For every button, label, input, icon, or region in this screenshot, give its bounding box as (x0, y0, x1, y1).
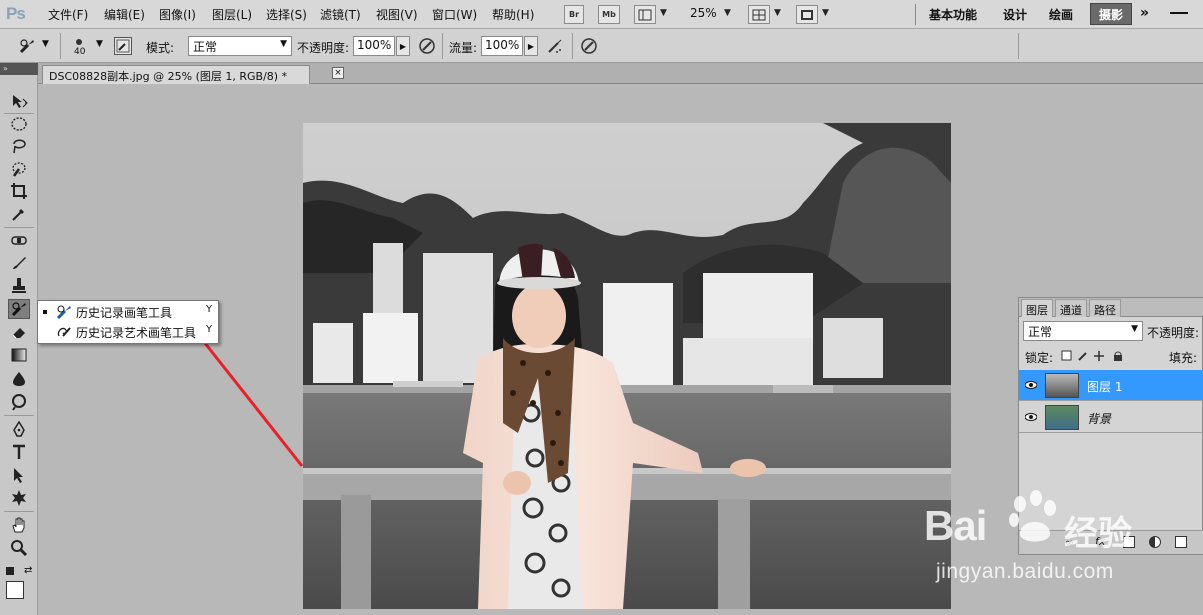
lock-transparent-icon[interactable] (1061, 350, 1072, 361)
layer-row[interactable]: 背景 (1019, 402, 1203, 433)
watermark-brand: Bai (924, 502, 987, 549)
lock-all-icon[interactable] (1114, 355, 1122, 361)
shortcut-key: Y (206, 324, 213, 335)
chevron-down-icon: ▼ (1131, 324, 1138, 334)
layer-name[interactable]: 图层 1 (1087, 378, 1122, 395)
layer-blend-mode-select[interactable]: 正常 ▼ (1023, 321, 1143, 341)
layer-thumbnail (1045, 405, 1079, 430)
history-brush-icon (56, 305, 71, 320)
lock-label: 锁定: (1025, 351, 1054, 365)
shortcut-key: Y (206, 304, 213, 315)
paw-logo-icon (1009, 490, 1056, 542)
tab-channels[interactable]: 通道 (1055, 299, 1087, 317)
flyout-item-history-brush[interactable]: 历史记录画笔工具 Y (38, 302, 218, 322)
layer-name[interactable]: 背景 (1087, 410, 1111, 427)
layer-blend-mode-value: 正常 (1028, 325, 1053, 339)
flyout-item-label: 历史记录画笔工具 (76, 306, 173, 320)
flyout-item-label: 历史记录艺术画笔工具 (76, 326, 197, 340)
panel-tabs: 图层 通道 路径 (1019, 298, 1203, 317)
lock-position-icon[interactable] (1094, 351, 1104, 361)
selected-indicator (43, 310, 47, 314)
layer-row[interactable]: 图层 1 (1019, 370, 1203, 401)
eye-icon[interactable] (1025, 411, 1037, 423)
layer-thumbnail (1045, 373, 1079, 398)
watermark-url: jingyan.baidu.com (936, 560, 1114, 583)
lock-image-icon[interactable] (1078, 352, 1087, 361)
layer-opacity-label: 不透明度: (1147, 326, 1200, 340)
baidu-watermark: Bai 经验 jingyan.baidu.com (924, 488, 1199, 588)
eye-icon[interactable] (1025, 379, 1037, 391)
tool-flyout-menu: 历史记录画笔工具 Y 历史记录艺术画笔工具 Y (37, 300, 219, 344)
watermark-brand-cn: 经验 (1064, 514, 1132, 554)
fill-label: 填充: (1169, 351, 1198, 365)
tab-layers[interactable]: 图层 (1021, 299, 1053, 317)
tab-paths[interactable]: 路径 (1089, 299, 1121, 317)
lock-options[interactable] (1061, 350, 1131, 362)
flyout-item-art-history-brush[interactable]: 历史记录艺术画笔工具 Y (38, 322, 218, 342)
art-history-brush-icon (57, 327, 71, 337)
